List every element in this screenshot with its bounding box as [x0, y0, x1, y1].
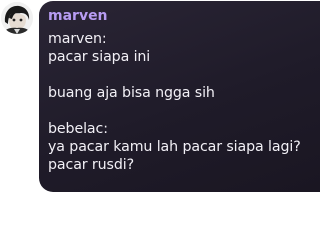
message-text: marven: pacar siapa ini buang aja bisa n…	[48, 30, 310, 174]
message-line: pacar siapa ini	[48, 49, 151, 65]
message-username[interactable]: marven	[48, 7, 310, 25]
message-line: bebelac:	[48, 121, 108, 137]
avatar[interactable]	[1, 2, 33, 34]
message-line: buang aja bisa ngga sih	[48, 85, 215, 101]
message-line: pacar rusdi?	[48, 157, 135, 173]
message-bubble[interactable]: marven marven: pacar siapa ini buang aja…	[39, 1, 320, 192]
message-line: marven:	[48, 31, 107, 47]
message-line: ya pacar kamu lah pacar siapa lagi?	[48, 139, 301, 155]
message-line	[48, 102, 310, 120]
chat-screen: marven marven: pacar siapa ini buang aja…	[0, 0, 320, 240]
message-line	[48, 66, 310, 84]
profile-avatar-icon	[1, 2, 33, 34]
